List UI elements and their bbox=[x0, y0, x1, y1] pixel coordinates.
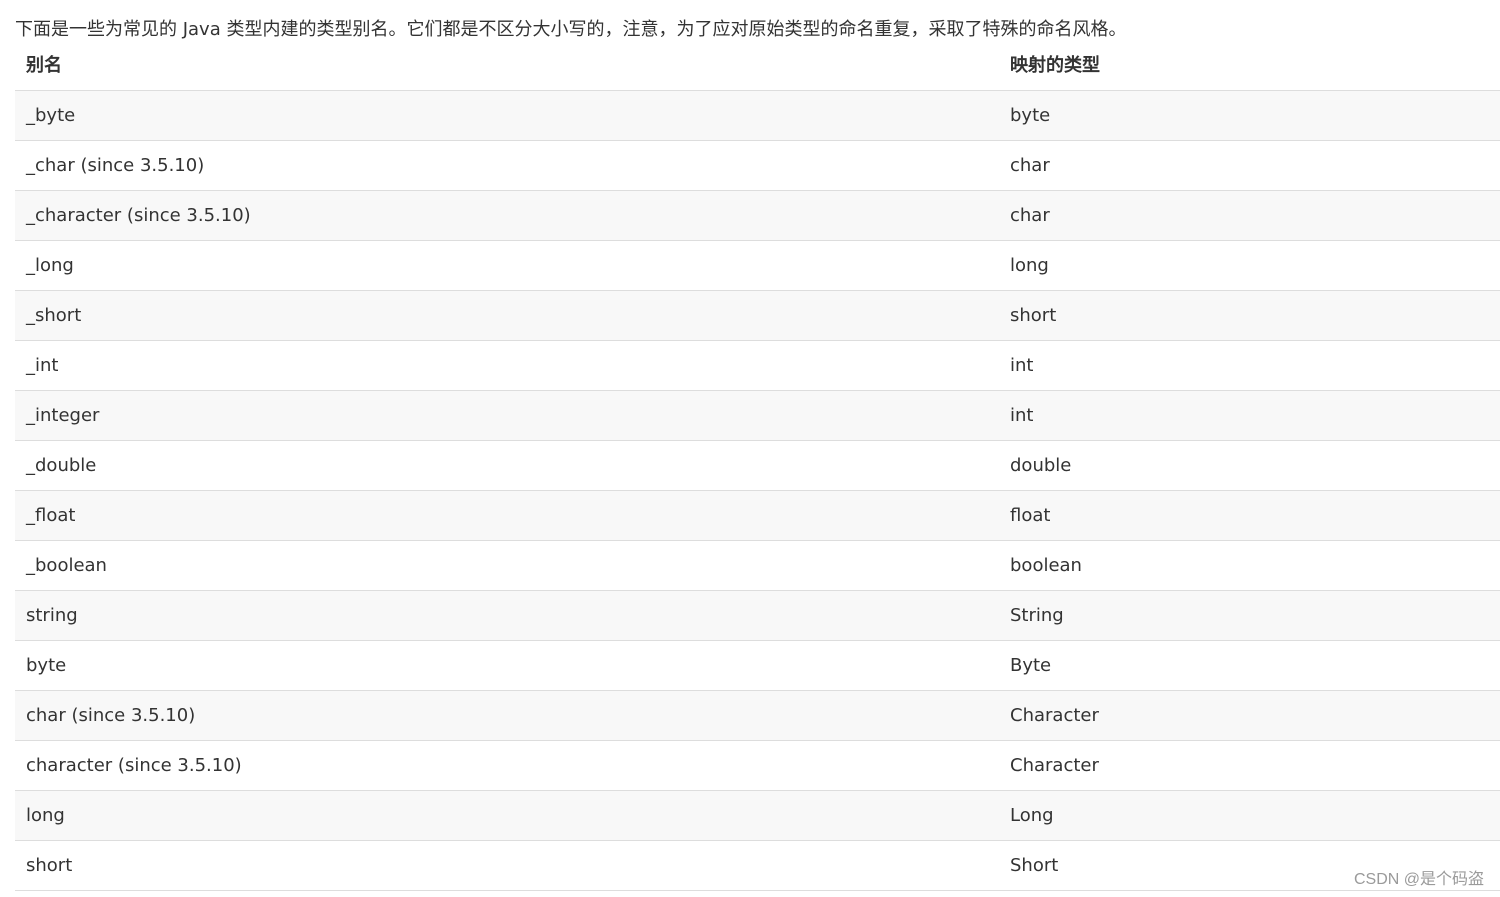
table-row: _boolean boolean bbox=[15, 540, 1500, 591]
alias-cell: byte bbox=[15, 640, 999, 691]
table-row: _double double bbox=[15, 440, 1500, 491]
mapped-type-cell: short bbox=[999, 290, 1500, 341]
table-row: byte Byte bbox=[15, 640, 1500, 691]
mapped-type-cell: Character bbox=[999, 740, 1500, 791]
header-mapped-type: 映射的类型 bbox=[999, 39, 1500, 91]
alias-cell: char (since 3.5.10) bbox=[15, 690, 999, 741]
header-alias: 别名 bbox=[15, 39, 999, 91]
mapped-type-cell: String bbox=[999, 590, 1500, 641]
mapped-type-cell: byte bbox=[999, 90, 1500, 141]
alias-cell: character (since 3.5.10) bbox=[15, 740, 999, 791]
mapped-type-cell: int bbox=[999, 390, 1500, 441]
table-header-row: 别名 映射的类型 bbox=[15, 39, 1500, 91]
mapped-type-cell: char bbox=[999, 140, 1500, 191]
mapped-type-cell: char bbox=[999, 190, 1500, 241]
table-row: _int int bbox=[15, 340, 1500, 391]
mapped-type-cell: Byte bbox=[999, 640, 1500, 691]
table-row: _character (since 3.5.10) char bbox=[15, 190, 1500, 241]
alias-cell: long bbox=[15, 790, 999, 841]
csdn-watermark: CSDN @是个码盗 bbox=[1353, 871, 1484, 888]
alias-cell: _int bbox=[15, 340, 999, 391]
alias-cell: _float bbox=[15, 490, 999, 541]
alias-cell: _integer bbox=[15, 390, 999, 441]
table-row: _long long bbox=[15, 240, 1500, 291]
alias-cell: _double bbox=[15, 440, 999, 491]
alias-cell: _long bbox=[15, 240, 999, 291]
alias-cell: short bbox=[15, 840, 999, 891]
table-row: _char (since 3.5.10) char bbox=[15, 140, 1500, 191]
table-row: char (since 3.5.10) Character bbox=[15, 690, 1500, 741]
alias-cell: _short bbox=[15, 290, 999, 341]
mapped-type-cell: long bbox=[999, 240, 1500, 291]
table-row: _float float bbox=[15, 490, 1500, 541]
table-row: long Long bbox=[15, 790, 1500, 841]
table-row: _integer int bbox=[15, 390, 1500, 441]
mapped-type-cell: Character bbox=[999, 690, 1500, 741]
table-row: _short short bbox=[15, 290, 1500, 341]
alias-cell: _character (since 3.5.10) bbox=[15, 190, 999, 241]
table-row: character (since 3.5.10) Character bbox=[15, 740, 1500, 791]
mapped-type-cell: float bbox=[999, 490, 1500, 541]
type-alias-table: 别名 映射的类型 _byte byte _char (since 3.5.10)… bbox=[15, 39, 1500, 891]
mapped-type-cell: boolean bbox=[999, 540, 1500, 591]
mapped-type-cell: double bbox=[999, 440, 1500, 491]
alias-cell: string bbox=[15, 590, 999, 641]
mapped-type-cell: Long bbox=[999, 790, 1500, 841]
table-row: string String bbox=[15, 590, 1500, 641]
table-row: short Short bbox=[15, 840, 1500, 891]
mapped-type-cell: int bbox=[999, 340, 1500, 391]
alias-cell: _char (since 3.5.10) bbox=[15, 140, 999, 191]
alias-cell: _byte bbox=[15, 90, 999, 141]
table-row: _byte byte bbox=[15, 90, 1500, 141]
alias-cell: _boolean bbox=[15, 540, 999, 591]
